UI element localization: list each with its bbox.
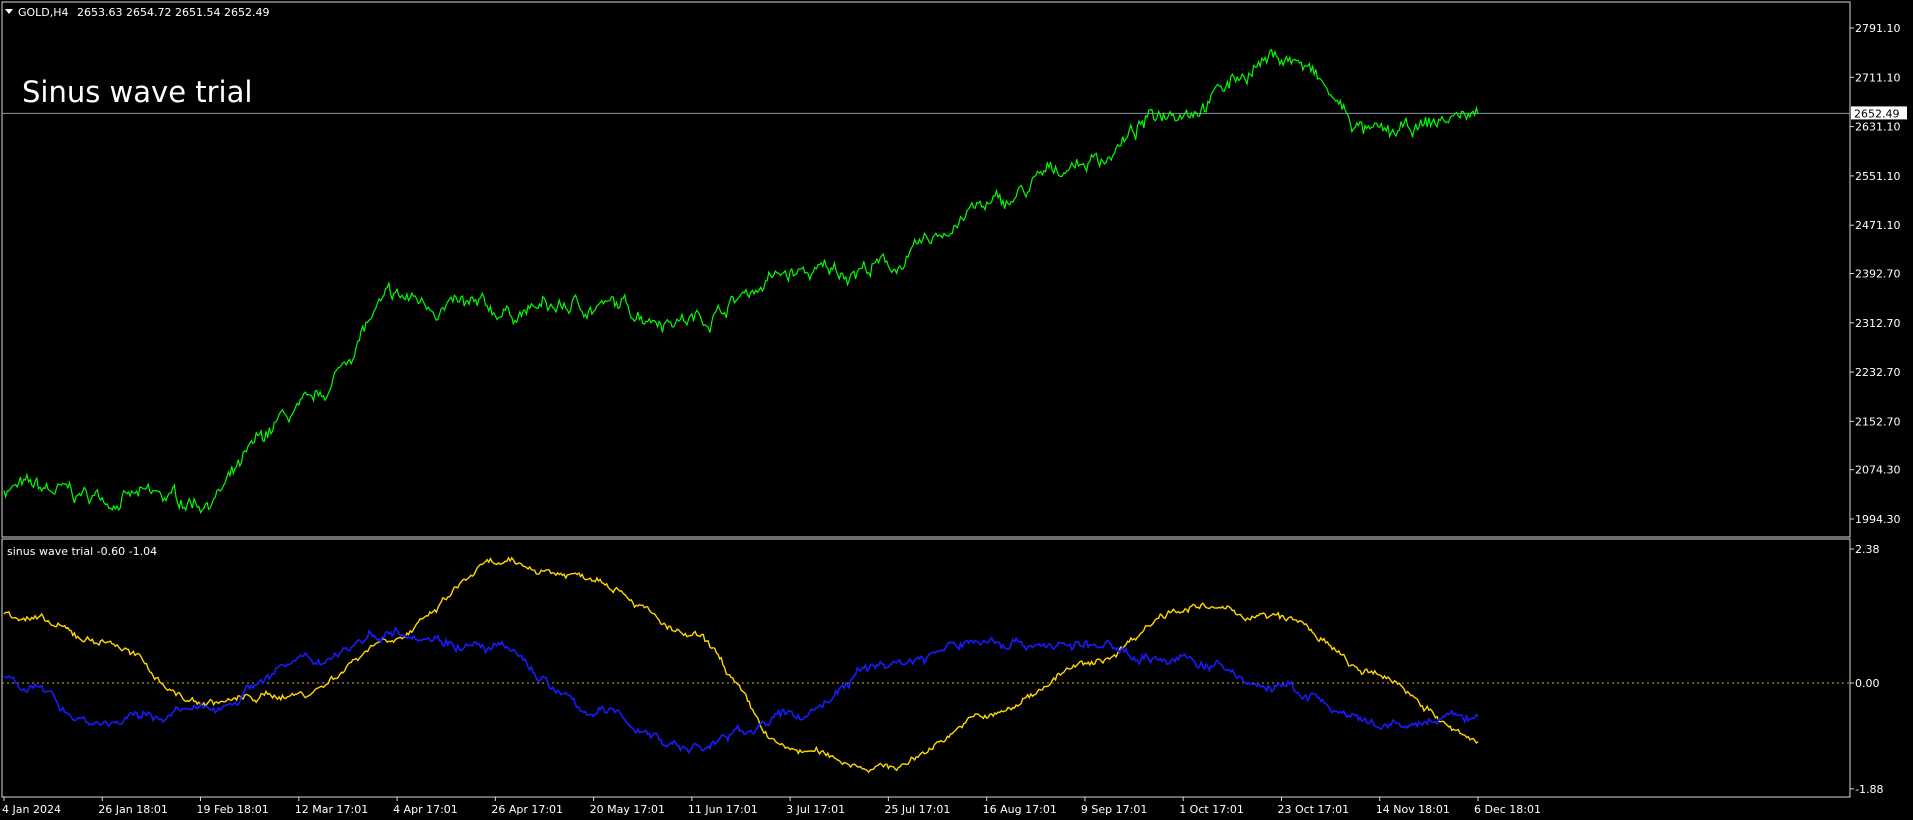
time-tick-label: 6 Dec 18:01 bbox=[1474, 803, 1541, 816]
price-tick-label: 2631.10 bbox=[1855, 121, 1901, 134]
trading-chart[interactable]: GOLD,H4 2653.63 2654.72 2651.54 2652.49 … bbox=[0, 0, 1913, 820]
price-series-line bbox=[3, 48, 1479, 515]
price-tick-label: 1994.30 bbox=[1855, 513, 1901, 526]
time-tick-label: 23 Oct 17:01 bbox=[1277, 803, 1349, 816]
price-tick-label: 2152.70 bbox=[1855, 415, 1901, 428]
time-tick-label: 3 Jul 17:01 bbox=[786, 803, 845, 816]
time-tick-label: 26 Jan 18:01 bbox=[98, 803, 168, 816]
symbol-label: GOLD,H4 bbox=[18, 6, 69, 19]
time-tick-label: 4 Apr 17:01 bbox=[393, 803, 458, 816]
price-axis: 2791.10 2711.10 2631.10 2551.10 2471.10 2392.… bbox=[1850, 22, 1901, 526]
indicator-tick-label: 0.00 bbox=[1855, 677, 1880, 690]
indicator-yellow-line bbox=[3, 556, 1479, 774]
ohlc-values: 2653.63 2654.72 2651.54 2652.49 bbox=[77, 6, 269, 19]
time-tick-label: 25 Jul 17:01 bbox=[884, 803, 950, 816]
price-tick-label: 2791.10 bbox=[1855, 22, 1901, 35]
price-tick-label: 2312.70 bbox=[1855, 317, 1901, 330]
svg-text:2652.49: 2652.49 bbox=[1854, 107, 1900, 120]
collapse-triangle-icon[interactable] bbox=[5, 9, 13, 14]
indicator-tick-label: 2.38 bbox=[1855, 543, 1880, 556]
price-tick-label: 2232.70 bbox=[1855, 366, 1901, 379]
time-tick-label: 11 Jun 17:01 bbox=[688, 803, 758, 816]
time-tick-label: 19 Feb 18:01 bbox=[197, 803, 269, 816]
current-price-marker: 2652.49 bbox=[1851, 106, 1907, 120]
chart-annotation[interactable]: Sinus wave trial bbox=[22, 75, 252, 109]
indicator-label: sinus wave trial -0.60 -1.04 bbox=[7, 545, 157, 558]
indicator-axis: 2.38 0.00 -1.88 bbox=[1850, 543, 1883, 796]
indicator-panel-frame bbox=[1, 538, 1851, 798]
time-tick-label: 26 Apr 17:01 bbox=[491, 803, 563, 816]
time-axis: 4 Jan 2024 26 Jan 18:01 19 Feb 18:01 12 Mar… bbox=[2, 797, 1541, 816]
indicator-tick-label: -1.88 bbox=[1855, 783, 1883, 796]
price-tick-label: 2711.10 bbox=[1855, 71, 1901, 84]
time-tick-label: 20 May 17:01 bbox=[590, 803, 665, 816]
time-tick-label: 9 Sep 17:01 bbox=[1081, 803, 1147, 816]
time-tick-label: 16 Aug 17:01 bbox=[983, 803, 1057, 816]
time-tick-label: 4 Jan 2024 bbox=[2, 803, 61, 816]
time-tick-label: 14 Nov 18:01 bbox=[1376, 803, 1450, 816]
price-tick-label: 2551.10 bbox=[1855, 170, 1901, 183]
price-tick-label: 2074.30 bbox=[1855, 464, 1901, 477]
price-tick-label: 2471.10 bbox=[1855, 219, 1901, 232]
price-tick-label: 2392.70 bbox=[1855, 268, 1901, 281]
main-panel-frame bbox=[1, 1, 1851, 538]
time-tick-label: 1 Oct 17:01 bbox=[1179, 803, 1244, 816]
time-tick-label: 12 Mar 17:01 bbox=[295, 803, 368, 816]
